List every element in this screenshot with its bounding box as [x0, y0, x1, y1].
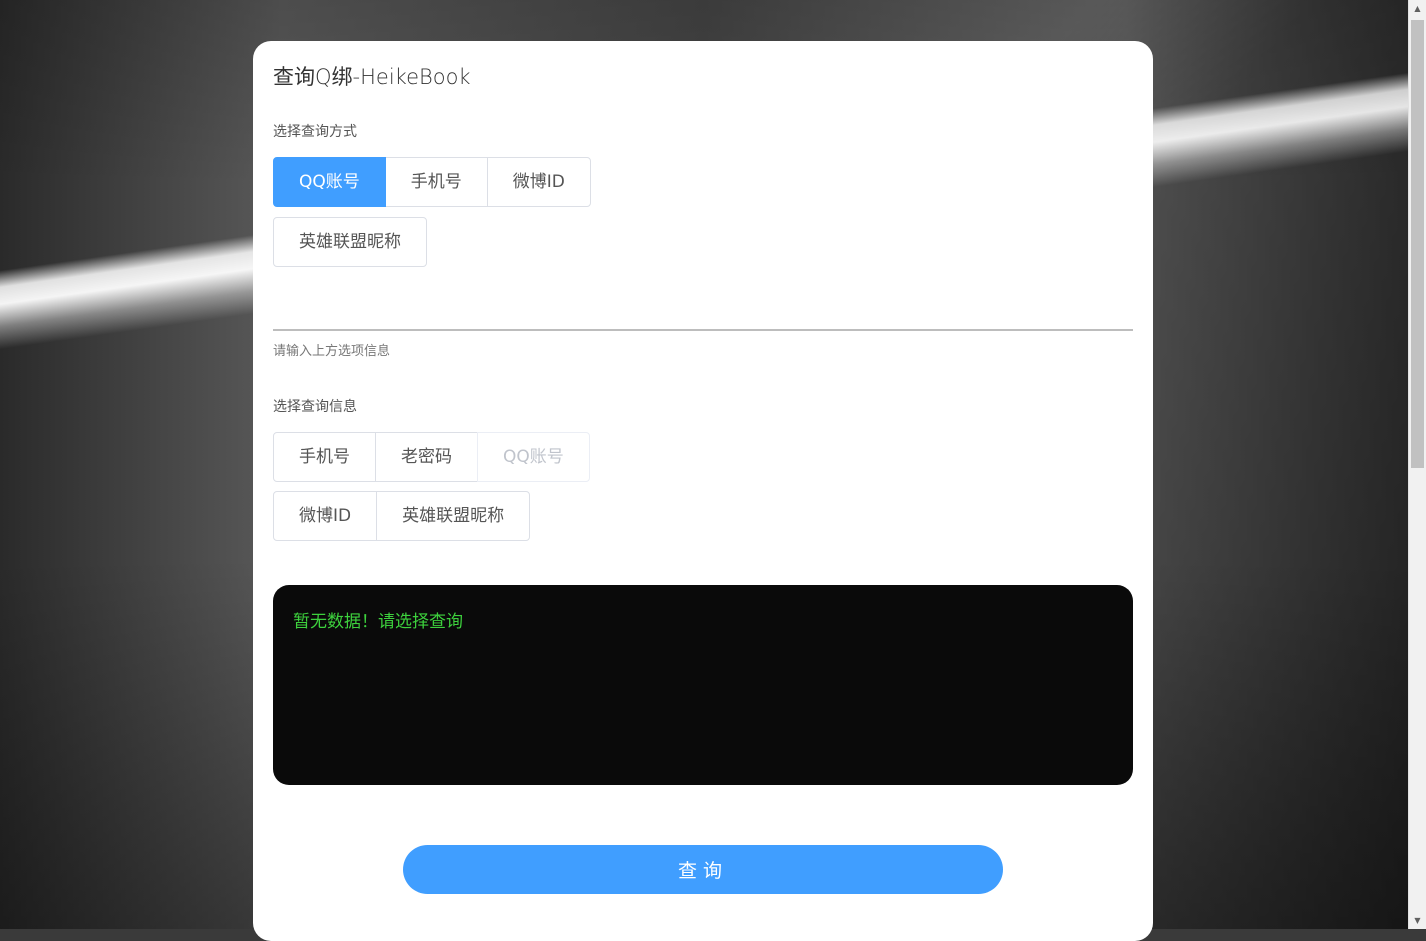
- scroll-up-icon[interactable]: ▲: [1409, 0, 1426, 17]
- method-button-group: QQ账号 手机号 微博ID: [273, 157, 591, 207]
- method-section-label: 选择查询方式: [273, 124, 357, 140]
- scroll-thumb[interactable]: [1411, 20, 1424, 468]
- info-section-label: 选择查询信息: [273, 399, 357, 415]
- method-option-qq[interactable]: QQ账号: [273, 157, 386, 207]
- info-option-qq: QQ账号: [477, 432, 590, 482]
- query-button[interactable]: 查询: [403, 845, 1003, 894]
- info-option-phone[interactable]: 手机号: [273, 432, 376, 482]
- input-helper-text: 请输入上方选项信息: [273, 344, 391, 359]
- method-option-weibo[interactable]: 微博ID: [486, 157, 591, 207]
- page-scrollbar[interactable]: ▲ ▼: [1408, 0, 1426, 929]
- info-option-weibo[interactable]: 微博ID: [273, 491, 378, 541]
- result-panel: 暂无数据！请选择查询: [273, 585, 1133, 785]
- info-button-group: 手机号 老密码 QQ账号: [273, 432, 590, 482]
- page-title: 查询Q绑-HeikeBook: [273, 65, 471, 89]
- method-option-phone[interactable]: 手机号: [384, 157, 488, 207]
- method-button-group-row2: 英雄联盟昵称: [273, 217, 427, 267]
- result-text: 暂无数据！请选择查询: [293, 612, 463, 632]
- scroll-down-icon[interactable]: ▼: [1409, 912, 1426, 929]
- query-input-wrap: [273, 291, 1133, 331]
- method-option-lol[interactable]: 英雄联盟昵称: [273, 217, 427, 267]
- info-option-lol[interactable]: 英雄联盟昵称: [376, 491, 531, 541]
- query-card: 查询Q绑-HeikeBook 选择查询方式 QQ账号 手机号 微博ID 英雄联盟…: [253, 41, 1153, 941]
- query-input[interactable]: [273, 291, 1133, 331]
- info-option-old-password[interactable]: 老密码: [375, 432, 478, 482]
- info-button-group-row2: 微博ID 英雄联盟昵称: [273, 491, 531, 541]
